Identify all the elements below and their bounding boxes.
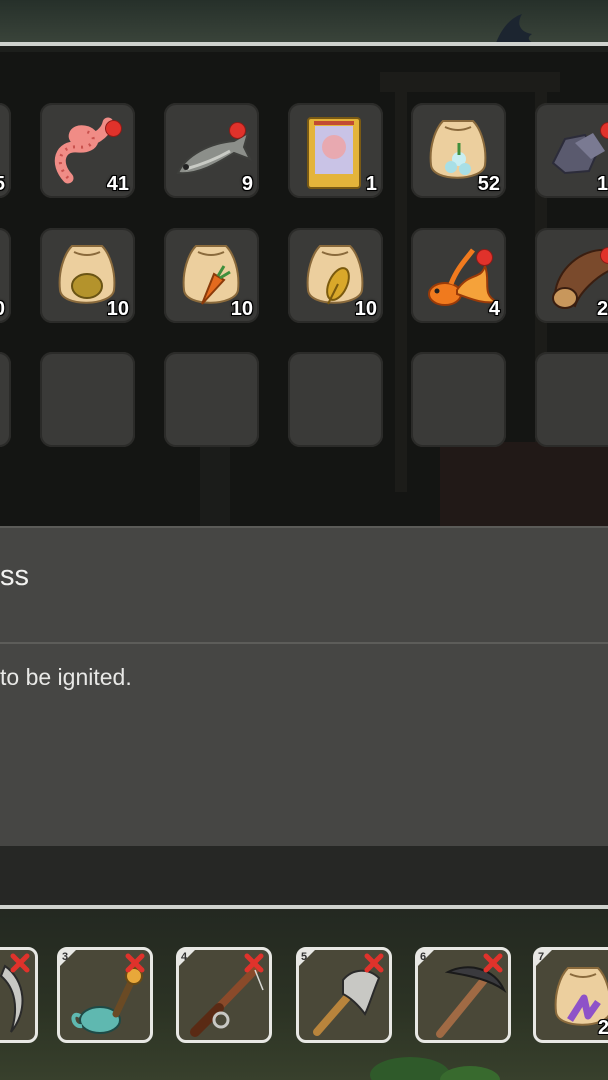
remove-icon[interactable] bbox=[482, 952, 504, 974]
remove-icon[interactable] bbox=[9, 952, 31, 974]
inventory-slot-empty[interactable] bbox=[411, 352, 506, 447]
hotbar-slot-6[interactable]: 6 bbox=[415, 947, 511, 1043]
inventory-slot-empty[interactable] bbox=[40, 352, 135, 447]
info-divider bbox=[0, 642, 608, 644]
world-background-top bbox=[0, 0, 608, 46]
item-count: 2 bbox=[597, 298, 608, 320]
inventory-panel: 5 41 9 1 bbox=[0, 52, 608, 526]
remove-icon[interactable] bbox=[243, 952, 265, 974]
crow-icon bbox=[495, 14, 540, 46]
hotbar-slot-4[interactable]: 4 bbox=[176, 947, 272, 1043]
inventory-slot[interactable]: 5 bbox=[0, 103, 11, 198]
world-background-middle bbox=[0, 846, 608, 905]
inventory-slot-fish[interactable]: 9 bbox=[164, 103, 259, 198]
inventory-slot-empty[interactable] bbox=[535, 352, 608, 447]
inventory-slot[interactable]: 0 bbox=[0, 228, 11, 323]
item-description: to be ignited. bbox=[0, 664, 132, 690]
item-count: 4 bbox=[488, 298, 500, 320]
top-divider bbox=[0, 42, 608, 46]
hotbar-slot-1[interactable] bbox=[0, 947, 38, 1043]
inventory-slot-empty[interactable] bbox=[0, 352, 11, 447]
hotbar-slot-7[interactable]: 7 2 bbox=[533, 947, 608, 1043]
item-info-panel: ss to be ignited. bbox=[0, 526, 608, 848]
inventory-slot-wheat-seed-bag[interactable]: 10 bbox=[288, 228, 383, 323]
inventory-slot-ore[interactable]: 1 bbox=[535, 103, 608, 198]
inventory-slot-card[interactable]: 1 bbox=[288, 103, 383, 198]
hotbar-slot-3[interactable]: 3 bbox=[57, 947, 153, 1043]
item-title: ss bbox=[0, 560, 29, 592]
inventory-slot-wood-log[interactable]: 2 bbox=[535, 228, 608, 323]
item-count: 52 bbox=[477, 173, 500, 195]
item-count: 5 bbox=[0, 173, 5, 196]
inventory-slot-empty[interactable] bbox=[164, 352, 259, 447]
new-item-indicator bbox=[230, 123, 245, 138]
item-count: 10 bbox=[230, 298, 253, 320]
item-count: 2 bbox=[598, 1017, 608, 1039]
inventory-slot-carrot-seed-bag[interactable]: 10 bbox=[164, 228, 259, 323]
new-item-indicator bbox=[106, 121, 121, 136]
remove-icon[interactable] bbox=[124, 952, 146, 974]
item-count: 1 bbox=[365, 173, 377, 195]
item-count: 10 bbox=[106, 298, 129, 320]
item-count: 10 bbox=[354, 298, 377, 320]
remove-icon[interactable] bbox=[363, 952, 385, 974]
item-count: 1 bbox=[597, 173, 608, 195]
game-screen: 5 41 9 1 bbox=[0, 0, 608, 1080]
inventory-slot-empty[interactable] bbox=[288, 352, 383, 447]
item-count: 0 bbox=[0, 298, 5, 321]
inventory-slot-flower-seed-bag[interactable]: 52 bbox=[411, 103, 506, 198]
new-item-indicator bbox=[477, 250, 492, 265]
inventory-slot-goldfish[interactable]: 4 bbox=[411, 228, 506, 323]
item-count: 41 bbox=[106, 173, 129, 195]
inventory-slot-worm[interactable]: 41 bbox=[40, 103, 135, 198]
inventory-slot-potato-seed-bag[interactable]: 10 bbox=[40, 228, 135, 323]
item-count: 9 bbox=[241, 173, 253, 195]
hotbar-slot-5[interactable]: 5 bbox=[296, 947, 392, 1043]
